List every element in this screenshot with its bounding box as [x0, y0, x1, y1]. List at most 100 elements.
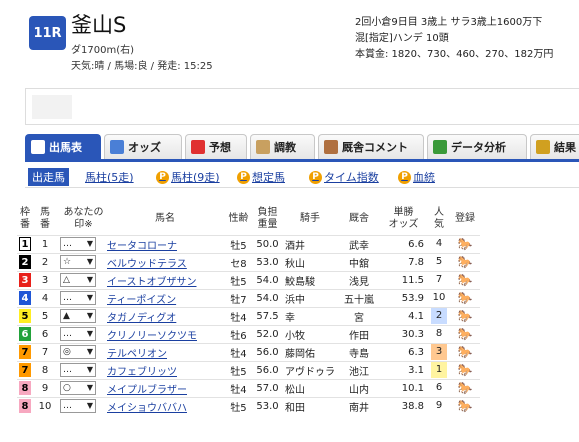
tab-stable-comment[interactable]: 厩舎コメント [318, 134, 424, 159]
odds: 6.6 [383, 234, 428, 253]
trainer[interactable]: 中舘 [335, 252, 383, 271]
register-cell: 🐎 [450, 252, 480, 271]
weight: 56.0 [254, 342, 281, 361]
mark-cell: ☆ ▼ [57, 252, 107, 271]
table-row: 7 8… ▼ カフェブリッツ 牡5 56.0 アヴドゥラ 池江 3.1 1 🐎 [17, 360, 480, 379]
tab-prediction[interactable]: 予想 [185, 134, 247, 159]
odds: 11.5 [383, 270, 428, 289]
mark-select[interactable]: … ▼ [60, 291, 96, 305]
register-horse-icon[interactable]: 🐎 [458, 273, 473, 287]
popularity: 4 [435, 238, 443, 249]
subnav-time-index[interactable]: P タイム指数 [309, 169, 379, 185]
chevron-down-icon: ▼ [86, 275, 93, 284]
mark-select[interactable]: … ▼ [60, 399, 96, 414]
tab-training[interactable]: 調教 [250, 134, 315, 159]
trainer[interactable]: 浅見 [335, 270, 383, 289]
subnav-label: 想定馬 [252, 171, 285, 184]
trainer[interactable]: 五十嵐 [335, 288, 383, 307]
jockey[interactable]: 秋山 [281, 252, 335, 271]
entries-table: 枠 番 馬 番 あなたの印※ 馬名 性齢 負担 重量 騎手 厩舎 単勝 オッズ … [17, 203, 480, 415]
tab-data-analysis[interactable]: データ分析 [427, 134, 527, 159]
register-horse-icon[interactable]: 🐎 [458, 363, 473, 377]
sex-age: 牡5 [223, 234, 254, 253]
register-horse-icon[interactable]: 🐎 [458, 255, 473, 269]
register-horse-icon[interactable]: 🐎 [458, 399, 473, 413]
horse-name-link[interactable]: ベルウッドテラス [107, 259, 187, 270]
mark-select[interactable]: … ▼ [60, 327, 96, 341]
trainer[interactable]: 山内 [335, 378, 383, 397]
mark-select[interactable]: ▲ ▼ [60, 309, 96, 323]
mark-select[interactable]: … ▼ [60, 237, 96, 251]
register-horse-icon[interactable]: 🐎 [458, 237, 473, 251]
jockey[interactable]: 酒井 [281, 234, 335, 253]
jockey[interactable]: 藤岡佑 [281, 342, 335, 361]
odds: 30.3 [383, 324, 428, 343]
horse-name-link[interactable]: セータコローナ [107, 241, 177, 252]
subnav-runners[interactable]: 出走馬 [28, 168, 69, 186]
horse-name-link[interactable]: メイプルブラザー [107, 385, 187, 396]
mark-value: ☆ [63, 257, 72, 267]
horse-name-link[interactable]: メイショウババハ [107, 403, 187, 414]
tab-shutsuba[interactable]: 出馬表 [25, 134, 101, 159]
weight: 56.0 [254, 360, 281, 379]
jockey[interactable]: 幸 [281, 306, 335, 325]
jockey[interactable]: 鮫島駿 [281, 270, 335, 289]
trainer[interactable]: 寺島 [335, 342, 383, 361]
stable-icon [324, 140, 338, 154]
odds: 10.1 [383, 378, 428, 397]
horse-name-link[interactable]: クリノリーソクツモ [107, 331, 197, 342]
popularity: 5 [435, 256, 443, 267]
mark-value: … [63, 239, 72, 249]
weight: 53.0 [254, 396, 281, 415]
horse-number: 10 [33, 396, 57, 415]
header-trainer: 厩舎 [349, 212, 369, 224]
subnav-past9[interactable]: P 馬柱(9走) [156, 169, 220, 185]
weight: 54.0 [254, 288, 281, 307]
jockey[interactable]: 和田 [281, 396, 335, 415]
horse-name-cell: テルペリオン [107, 342, 223, 361]
jockey[interactable]: アヴドゥラ [281, 360, 335, 379]
jockey[interactable]: 小牧 [281, 324, 335, 343]
trainer[interactable]: 作田 [335, 324, 383, 343]
register-horse-icon[interactable]: 🐎 [458, 345, 473, 359]
chevron-down-icon: ▼ [86, 257, 93, 266]
register-horse-icon[interactable]: 🐎 [458, 309, 473, 323]
horse-name-link[interactable]: イーストオブザサン [107, 277, 197, 288]
tab-odds[interactable]: オッズ [104, 134, 182, 159]
chevron-down-icon: ▼ [86, 347, 93, 356]
mark-select[interactable]: ○ ▼ [60, 381, 96, 395]
sex-age: セ8 [223, 252, 254, 271]
chevron-down-icon: ▼ [86, 311, 93, 320]
horse-name-link[interactable]: タガノディグオ [107, 313, 176, 324]
jockey[interactable]: 松山 [281, 378, 335, 397]
ad-banner[interactable] [25, 88, 579, 125]
trainer[interactable]: 南井 [335, 396, 383, 415]
subnav-pedigree[interactable]: P 血統 [398, 169, 435, 185]
mark-select[interactable]: ☆ ▼ [60, 255, 96, 269]
waku-badge: 8 [19, 399, 31, 414]
register-horse-icon[interactable]: 🐎 [458, 327, 473, 341]
tab-result[interactable]: 結果 [530, 134, 579, 159]
popularity-cell: 6 [428, 378, 450, 397]
mark-select[interactable]: △ ▼ [60, 273, 96, 287]
table-icon [31, 140, 45, 154]
subnav-expected[interactable]: P 想定馬 [237, 169, 285, 185]
register-horse-icon[interactable]: 🐎 [458, 381, 473, 395]
subnav-past5[interactable]: 馬柱(5走) [85, 169, 134, 185]
mark-select[interactable]: ◎ ▼ [60, 345, 96, 359]
header-jockey: 騎手 [300, 212, 320, 224]
trainer[interactable]: 池江 [335, 360, 383, 379]
horse-name-link[interactable]: カフェブリッツ [107, 367, 177, 378]
waku-cell: 1 [17, 234, 33, 253]
trainer[interactable]: 宮 [335, 306, 383, 325]
register-horse-icon[interactable]: 🐎 [458, 291, 473, 305]
odds: 38.8 [383, 396, 428, 415]
trainer[interactable]: 武幸 [335, 234, 383, 253]
jockey[interactable]: 浜中 [281, 288, 335, 307]
waku-cell: 4 [17, 288, 33, 307]
horse-name-link[interactable]: テルペリオン [107, 349, 167, 360]
waku-cell: 5 [17, 306, 33, 325]
waku-cell: 6 [17, 324, 33, 343]
mark-select[interactable]: … ▼ [60, 363, 96, 377]
horse-name-link[interactable]: ティーポイズン [107, 295, 176, 306]
